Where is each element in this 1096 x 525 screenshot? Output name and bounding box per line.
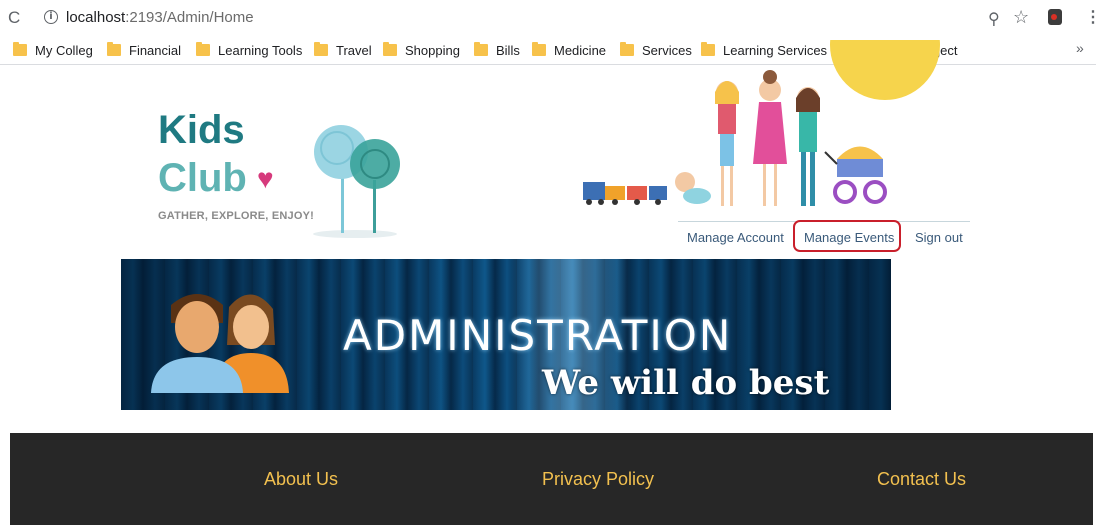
folder-icon <box>196 42 210 56</box>
banner-title: ADMINISTRATION <box>343 311 733 360</box>
more-bookmarks-button[interactable]: » <box>1076 40 1084 56</box>
url-path: :2193/Admin/Home <box>125 9 254 26</box>
url-host: localhost <box>66 9 126 26</box>
admin-banner: ADMINISTRATION We will do best <box>121 259 891 410</box>
folder-icon <box>620 42 634 56</box>
bookmark-item[interactable]: My Colleg <box>13 41 93 59</box>
folder-icon <box>383 42 397 56</box>
folder-icon <box>13 42 27 56</box>
info-icon[interactable]: i <box>44 10 58 24</box>
people-icon <box>151 294 289 393</box>
banner-subtitle: We will do best <box>542 363 830 403</box>
folder-icon <box>314 42 328 56</box>
browser-toolbar: C i localhost:2193/Admin/Home ⚲ ☆ ⋮ <box>0 0 1096 36</box>
folder-icon <box>701 42 715 56</box>
about-us-link[interactable]: About Us <box>264 469 338 490</box>
star-icon[interactable]: ☆ <box>1013 7 1029 28</box>
bookmark-item[interactable]: Travel <box>314 41 372 59</box>
trees-image <box>313 125 400 238</box>
reload-icon[interactable]: C <box>8 8 20 28</box>
contact-us-link[interactable]: Contact Us <box>877 469 966 490</box>
family-illustration <box>583 70 887 206</box>
bookmark-item[interactable]: Bills <box>474 41 520 59</box>
folder-icon <box>474 42 488 56</box>
bookmark-item[interactable]: Shopping <box>383 41 460 59</box>
extension-icon[interactable] <box>1048 9 1062 25</box>
bookmark-item[interactable]: Services <box>620 41 692 59</box>
heart-icon: ♥ <box>257 163 274 194</box>
bookmark-item[interactable]: Medicine <box>532 41 606 59</box>
zoom-icon[interactable]: ⚲ <box>988 9 1000 29</box>
logo-tagline: GATHER, EXPLORE, ENJOY! <box>158 210 314 222</box>
footer: About Us Privacy Policy Contact Us <box>10 433 1093 525</box>
bookmark-item[interactable]: Learning Services <box>701 41 827 59</box>
sign-out-link[interactable]: Sign out <box>915 230 963 245</box>
folder-icon <box>107 42 121 56</box>
bookmark-item[interactable]: Learning Tools <box>196 41 302 59</box>
privacy-policy-link[interactable]: Privacy Policy <box>542 469 654 490</box>
highlight-annotation <box>793 220 901 252</box>
address-bar[interactable]: localhost:2193/Admin/Home <box>66 9 254 26</box>
logo-kids[interactable]: Kids <box>158 108 245 152</box>
manage-account-link[interactable]: Manage Account <box>687 230 784 245</box>
menu-icon[interactable]: ⋮ <box>1085 7 1096 27</box>
logo-club[interactable]: Club <box>158 156 247 200</box>
bookmark-item[interactable]: Financial <box>107 41 181 59</box>
folder-icon <box>532 42 546 56</box>
